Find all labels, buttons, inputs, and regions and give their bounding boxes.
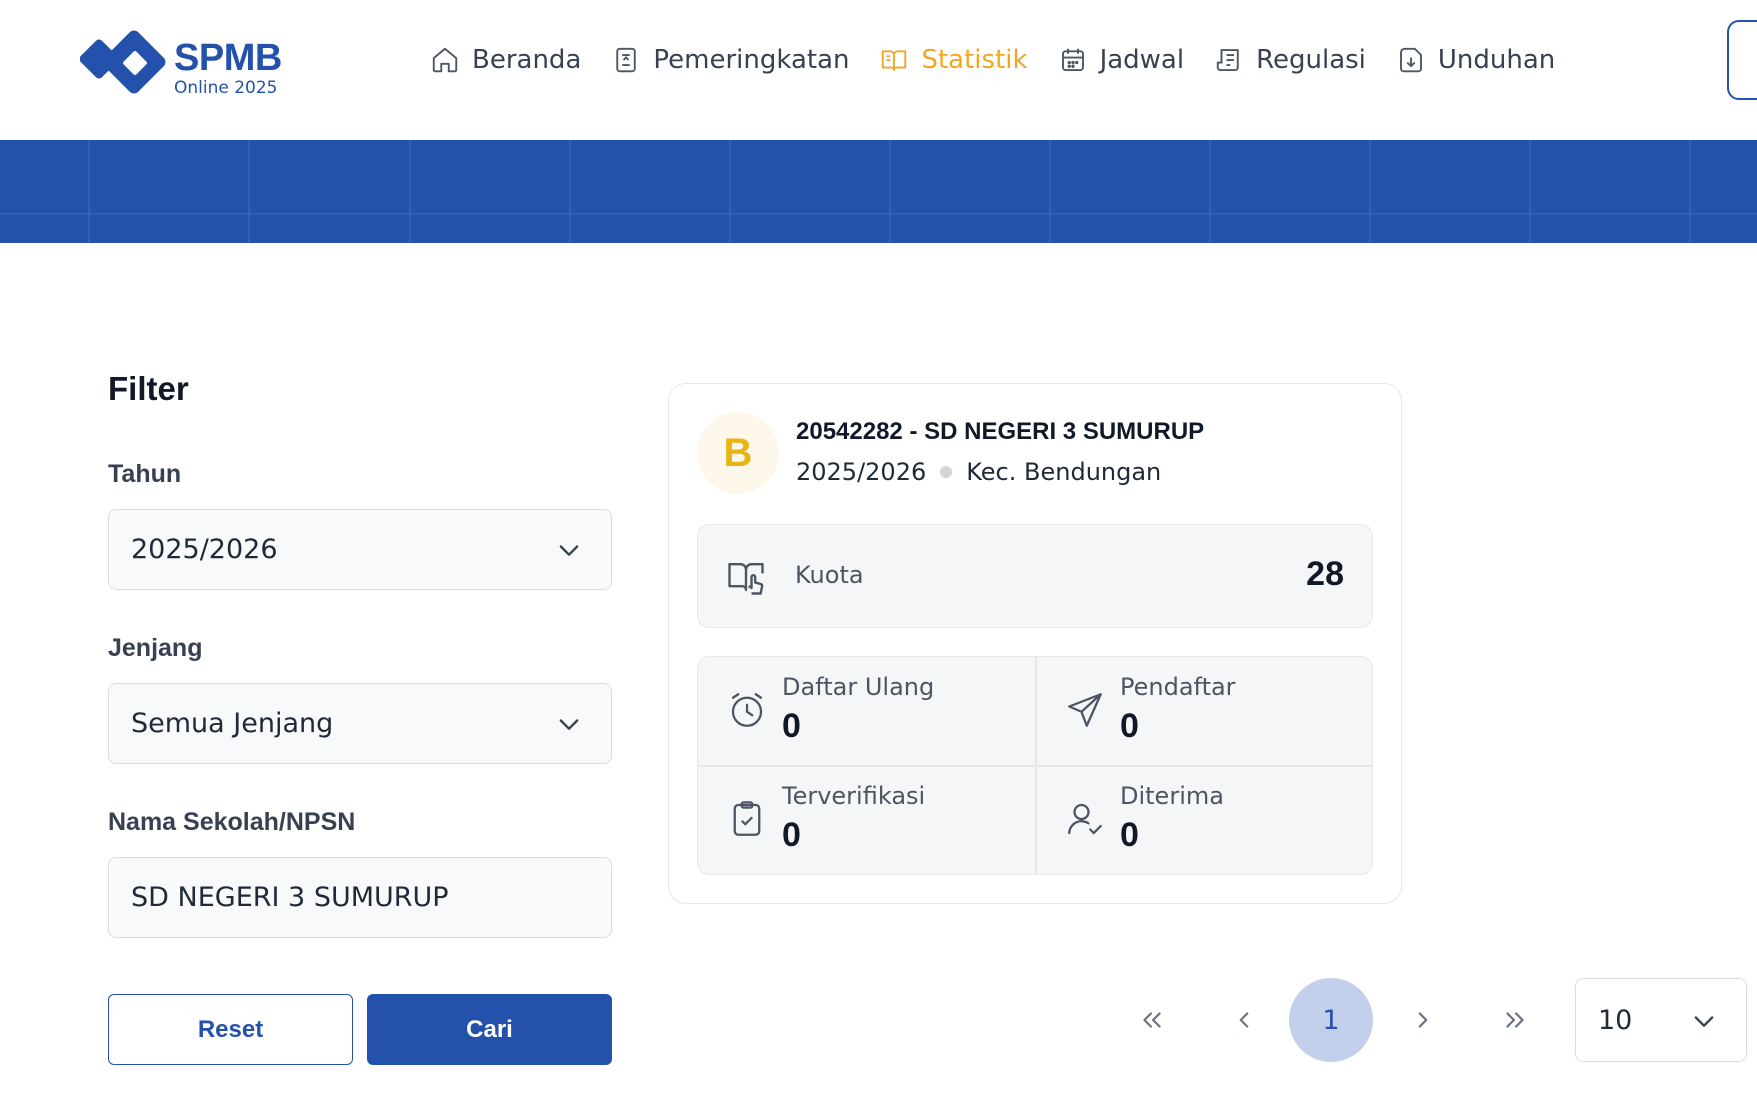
chevron-down-icon [559,545,579,556]
chevron-down-icon [559,719,579,730]
next-page-button[interactable] [1381,978,1465,1062]
book-open-icon [882,50,907,71]
alarm-clock-icon [731,693,763,727]
tahun-label: Tahun [108,460,182,488]
reset-button[interactable]: Reset [108,994,353,1065]
nav-item-unduhan[interactable]: Unduhan [1396,40,1555,80]
brand-subtitle: Online 2025 [174,78,278,98]
stat-label: Diterima [1120,782,1224,810]
chevrons-left-icon [1143,1012,1161,1028]
nav-label: Beranda [472,45,582,75]
school-avatar: B [697,412,779,494]
quota-box: Kuota 28 [697,524,1373,628]
nav-item-regulasi[interactable]: Regulasi [1214,40,1366,80]
school-name: 20542282 - SD NEGERI 3 SUMURUP [796,418,1205,445]
stat-diterima: Diterima 0 [1036,766,1372,874]
stat-terverifikasi: Terverifikasi 0 [698,766,1036,874]
last-page-button[interactable] [1473,978,1557,1062]
stat-label: Pendaftar [1120,673,1236,701]
user-check-icon [1068,803,1102,835]
nav-item-beranda[interactable]: Beranda [430,40,581,80]
sekolah-input[interactable]: SD NEGERI 3 SUMURUP [108,857,612,938]
stat-daftar-ulang: Daftar Ulang 0 [698,657,1036,766]
school-year: 2025/2026 [796,458,927,486]
nav-item-statistik[interactable]: Statistik [879,40,1028,80]
login-button[interactable] [1727,20,1757,100]
jenjang-select[interactable]: Semua Jenjang [108,683,612,764]
school-card[interactable]: B 20542282 - SD NEGERI 3 SUMURUP 2025/20… [668,383,1402,904]
first-page-button[interactable] [1110,978,1194,1062]
stat-value: 0 [1120,816,1139,854]
banner-grid-pattern [0,140,1757,243]
filter-panel: Filter Tahun 2025/2026 Jenjang Semua Jen… [108,370,612,1065]
clipboard-check-icon [733,801,761,836]
jenjang-label: Jenjang [108,634,203,662]
brand-title: SPMB [174,37,282,79]
nav-label: Regulasi [1256,45,1366,75]
prev-page-button[interactable] [1202,978,1286,1062]
chevron-down-icon [1694,1016,1714,1027]
nav-label: Pemeringkatan [653,45,850,75]
stats-grid: Daftar Ulang 0 Pendaftar 0 Terverifikasi… [697,656,1373,875]
document-icon [1216,49,1239,71]
kuota-value: 28 [1306,555,1344,593]
download-icon [1399,47,1422,73]
home-icon [432,47,458,73]
cari-button[interactable]: Cari [367,994,612,1065]
sekolah-value: SD NEGERI 3 SUMURUP [131,882,449,913]
nav-label: Statistik [921,45,1028,75]
stat-value: 0 [782,816,801,854]
send-icon [1068,693,1102,727]
jenjang-value: Semua Jenjang [131,708,334,739]
chevron-left-icon [1239,1012,1249,1028]
separator-dot [940,466,953,478]
nav-label: Jadwal [1099,45,1185,75]
brand-logo[interactable]: SPMB Online 2025 [79,30,282,106]
main-nav: Beranda Pemeringkatan Statistik Jadwal R… [430,40,1585,80]
kuota-label: Kuota [795,561,864,589]
stat-value: 0 [782,707,801,745]
chevrons-right-icon [1506,1012,1524,1028]
stat-label: Daftar Ulang [782,673,935,701]
stat-value: 0 [1120,707,1139,745]
school-district: Kec. Bendungan [966,458,1162,486]
per-page-value: 10 [1598,1004,1633,1036]
sekolah-label: Nama Sekolah/NPSN [108,808,356,836]
chevron-right-icon [1418,1012,1428,1028]
school-meta: 2025/2026 Kec. Bendungan [796,458,1161,486]
filter-title: Filter [108,370,189,407]
stat-label: Terverifikasi [782,782,926,810]
tahun-select[interactable]: 2025/2026 [108,509,612,590]
calendar-icon [1061,48,1084,71]
book-pointer-icon [728,562,764,595]
spmb-logo-icon [79,30,170,106]
nav-item-jadwal[interactable]: Jadwal [1058,40,1185,80]
nav-label: Unduhan [1437,45,1556,75]
page-1-button[interactable]: 1 [1289,978,1373,1062]
per-page-select[interactable]: 10 [1575,978,1747,1062]
tahun-value: 2025/2026 [131,534,278,565]
nav-item-pemeringkatan[interactable]: Pemeringkatan [611,40,849,80]
stat-pendaftar: Pendaftar 0 [1036,657,1372,766]
ranking-icon [616,47,637,73]
hero-banner [0,140,1757,243]
site-header: SPMB Online 2025 Beranda Pemeringkatan S… [0,0,1757,140]
